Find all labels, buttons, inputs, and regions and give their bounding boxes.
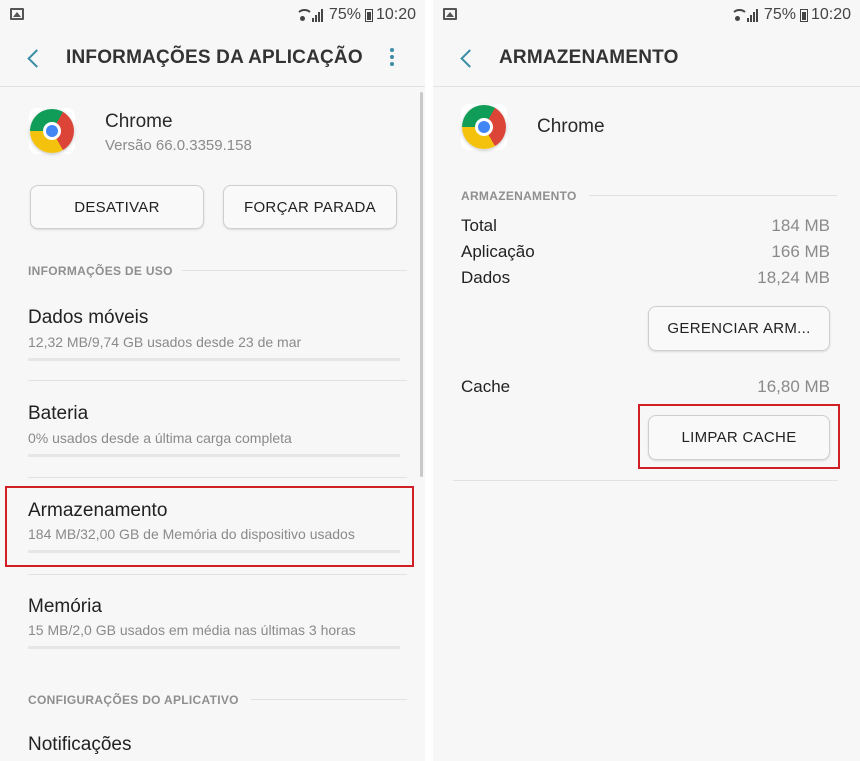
wifi-icon xyxy=(295,8,313,22)
gallery-notification-icon xyxy=(10,8,24,20)
app-name: Chrome xyxy=(105,111,173,132)
list-item-usage-bar xyxy=(28,646,400,649)
page-title: ARMAZENAMENTO xyxy=(499,47,679,68)
status-bar: 75% 10:20 xyxy=(0,0,425,30)
status-bar: 75% 10:20 xyxy=(433,0,860,30)
list-item-notifications[interactable]: Notificações xyxy=(28,734,132,756)
storage-section-header: ARMAZENAMENTO xyxy=(461,189,577,203)
page-title: INFORMAÇÕES DA APLICAÇÃO xyxy=(66,47,363,68)
total-label: Total xyxy=(461,216,497,235)
usage-section-divider xyxy=(182,270,407,271)
list-item-usage-bar xyxy=(28,358,400,361)
battery-icon xyxy=(799,8,808,22)
list-item-mobile-data[interactable]: Dados móveis 12,32 MB/9,74 GB usados des… xyxy=(0,295,410,375)
signal-icon xyxy=(311,8,326,22)
content-bottom-divider xyxy=(453,480,838,481)
signal-icon xyxy=(746,8,761,22)
clock: 10:20 xyxy=(375,6,416,23)
storage-highlight-box xyxy=(5,486,414,567)
app-icon-frame xyxy=(461,104,507,150)
disable-button[interactable]: DESATIVAR xyxy=(30,185,204,229)
storage-screen: 75% 10:20 ARMAZENAMENTO Chrome ARMAZENAM… xyxy=(433,0,860,761)
total-value: 184 MB xyxy=(771,216,830,235)
list-divider xyxy=(28,380,407,381)
app-name: Chrome xyxy=(537,116,605,137)
application-label: Aplicação xyxy=(461,242,535,261)
list-item-subtitle: 15 MB/2,0 GB usados em média nas últimas… xyxy=(28,622,356,638)
app-bar-divider xyxy=(0,86,425,87)
application-value: 166 MB xyxy=(771,242,830,261)
wifi-icon xyxy=(730,8,748,22)
app-bar: INFORMAÇÕES DA APLICAÇÃO xyxy=(0,30,425,86)
list-item-title: Bateria xyxy=(28,403,89,424)
battery-percent: 75% xyxy=(763,6,796,23)
list-item-usage-bar xyxy=(28,454,400,457)
list-item-battery[interactable]: Bateria 0% usados desde a última carga c… xyxy=(0,391,410,471)
chrome-logo-icon xyxy=(30,109,74,153)
manage-storage-button[interactable]: GERENCIAR ARM... xyxy=(648,306,830,351)
storage-section-divider xyxy=(589,195,837,196)
force-stop-button[interactable]: FORÇAR PARADA xyxy=(223,185,397,229)
cache-value: 16,80 MB xyxy=(757,377,830,396)
clear-cache-highlight-box xyxy=(638,404,840,469)
app-bar-divider xyxy=(433,86,860,87)
more-options-icon[interactable] xyxy=(389,48,395,68)
back-arrow-icon[interactable] xyxy=(458,48,476,68)
scrollbar[interactable] xyxy=(420,92,423,477)
gallery-notification-icon xyxy=(443,8,457,20)
list-item-subtitle: 12,32 MB/9,74 GB usados desde 23 de mar xyxy=(28,334,302,350)
usage-section-header: INFORMAÇÕES DE USO xyxy=(28,264,173,278)
back-arrow-icon[interactable] xyxy=(25,48,43,68)
list-item-title: Memória xyxy=(28,596,102,617)
config-section-divider xyxy=(251,699,407,700)
list-item-title: Dados móveis xyxy=(28,307,149,328)
data-value: 18,24 MB xyxy=(757,268,830,287)
app-bar: ARMAZENAMENTO xyxy=(433,30,860,86)
battery-percent: 75% xyxy=(328,6,361,23)
list-divider xyxy=(28,574,407,575)
screen-gutter xyxy=(425,0,433,761)
clock: 10:20 xyxy=(810,6,851,23)
list-item-memory[interactable]: Memória 15 MB/2,0 GB usados em média nas… xyxy=(0,584,410,664)
app-version: Versão 66.0.3359.158 xyxy=(105,137,252,154)
chrome-logo-icon xyxy=(462,105,506,149)
app-info-screen: 75% 10:20 INFORMAÇÕES DA APLICAÇÃO Chrom… xyxy=(0,0,425,761)
cache-label: Cache xyxy=(461,377,511,396)
data-label: Dados xyxy=(461,268,511,287)
list-divider xyxy=(28,477,407,478)
config-section-header: CONFIGURAÇÕES DO APLICATIVO xyxy=(28,693,239,707)
app-icon-frame xyxy=(29,108,75,154)
battery-icon xyxy=(364,8,373,22)
list-item-subtitle: 0% usados desde a última carga completa xyxy=(28,430,292,446)
